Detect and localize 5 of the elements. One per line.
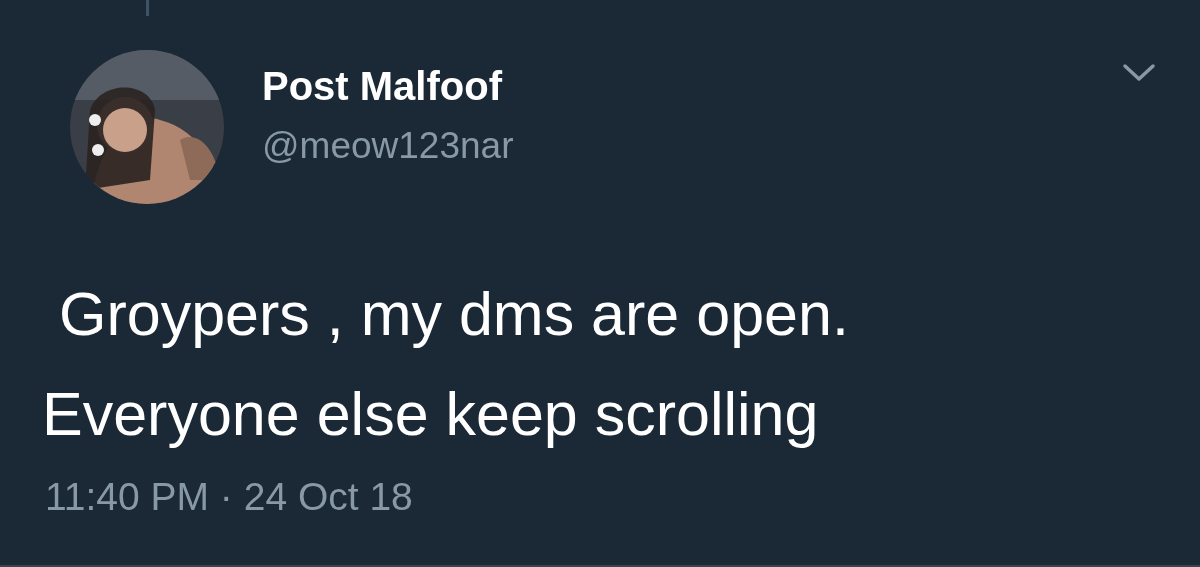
author-handle[interactable]: @meow123nar	[262, 124, 514, 168]
chevron-down-icon[interactable]	[1122, 62, 1156, 84]
tweet-text: Groypers , my dms are open. Everyone else keep scrolling	[42, 279, 850, 450]
timestamp[interactable]: 11:40 PM · 24 Oct 18	[45, 474, 1200, 520]
author-name[interactable]: Post Malfoof	[262, 62, 514, 110]
